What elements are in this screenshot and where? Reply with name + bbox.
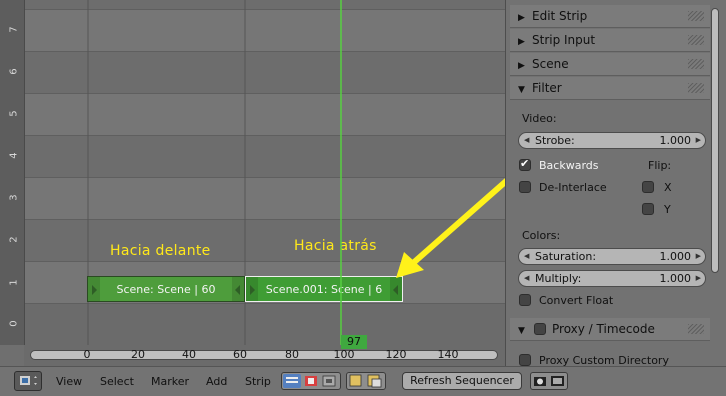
drag-grip-icon[interactable] [688,83,704,93]
render-group[interactable] [530,372,568,390]
menu-marker[interactable]: Marker [151,375,189,388]
flip-y-label: Y [664,203,671,216]
decrement-arrow-icon[interactable]: ◀ [524,249,529,264]
frame-tick: 0 [83,348,91,361]
deinterlace-label: De-Interlace [539,181,607,194]
overlay-group[interactable] [346,372,386,390]
drag-grip-icon[interactable] [688,35,704,45]
proxy-custom-dir-checkbox[interactable] [519,354,531,366]
drag-grip-icon[interactable] [688,11,704,21]
increment-arrow-icon[interactable]: ▶ [696,133,701,148]
flip-label: Flip: [648,159,672,172]
sequencer-editor-icon [20,376,37,385]
editor-type-button[interactable] [14,371,42,391]
menu-select[interactable]: Select [100,375,134,388]
expanded-arrow-icon: ▼ [518,85,525,95]
frame-tick: 120 [385,348,407,361]
decrement-arrow-icon[interactable]: ◀ [524,271,529,286]
drag-grip-icon[interactable] [688,324,704,334]
backwards-label: Backwards [539,159,599,172]
deinterlace-checkbox[interactable] [519,181,531,193]
video-label: Video: [522,112,557,125]
decrement-arrow-icon[interactable]: ◀ [524,133,529,148]
increment-arrow-icon[interactable]: ▶ [696,249,701,264]
menu-strip[interactable]: Strip [245,375,271,388]
section-title: Strip Input [532,33,596,47]
frame-tick: 80 [285,348,299,361]
menu-add[interactable]: Add [206,375,227,388]
camera-icon [534,376,564,386]
section-title: Scene [532,57,569,71]
proxy-enable-checkbox[interactable] [534,323,546,335]
frame-tick: 140 [437,348,459,361]
view-mode-icons [283,374,336,388]
collapsed-arrow-icon: ▶ [518,37,525,47]
proxy-custom-dir-label: Proxy Custom Directory [539,354,669,366]
copy-paste-icon [349,374,382,388]
field-value: 1.000 [659,272,692,285]
collapsed-arrow-icon: ▶ [518,61,525,71]
field-value: 1.000 [659,134,692,147]
sequencer-header: View Select Marker Add Strip Refresh Seq… [0,366,726,396]
field-label: Saturation: [535,250,597,263]
frame-ruler[interactable]: 0 20 40 60 80 100 120 140 [24,345,505,366]
menu-view[interactable]: View [56,375,82,388]
saturation-field[interactable]: ◀ Saturation: 1.000 ▶ [518,248,706,265]
convert-float-label: Convert Float [539,294,614,307]
expanded-arrow-icon: ▼ [518,326,525,336]
section-filter[interactable]: ▼ Filter [510,77,710,100]
sequencer-area[interactable]: 0 1 2 3 4 5 6 7 Hacia delante Hacia atrá… [0,0,505,366]
strobe-field[interactable]: ◀ Strobe: 1.000 ▶ [518,132,706,149]
view-type-group[interactable] [281,372,341,390]
section-title: Proxy / Timecode [552,322,655,336]
drag-grip-icon[interactable] [688,59,704,69]
section-edit-strip[interactable]: ▶ Edit Strip [510,5,710,28]
playhead[interactable] [0,0,505,366]
frame-tick: 40 [182,348,196,361]
horizontal-scrollbar[interactable] [30,350,498,360]
frame-tick: 60 [233,348,247,361]
flip-x-checkbox[interactable] [642,181,654,193]
section-title: Edit Strip [532,9,588,23]
field-label: Multiply: [535,272,582,285]
properties-panel[interactable]: ▶ Edit Strip ▶ Strip Input ▶ Scene ▼ Filter … [505,0,726,366]
convert-float-checkbox[interactable] [519,294,531,306]
frame-tick: 20 [131,348,145,361]
frame-tick: 100 [333,348,355,361]
current-frame-badge: 97 [341,335,367,349]
backwards-checkbox[interactable] [519,157,531,171]
flip-x-label: X [664,181,672,194]
field-value: 1.000 [659,250,692,263]
section-strip-input[interactable]: ▶ Strip Input [510,29,710,52]
section-title: Filter [532,81,562,95]
collapsed-arrow-icon: ▶ [518,13,525,23]
flip-y-checkbox[interactable] [642,203,654,215]
section-proxy-timecode[interactable]: ▼ Proxy / Timecode [510,318,710,341]
multiply-field[interactable]: ◀ Multiply: 1.000 ▶ [518,270,706,287]
increment-arrow-icon[interactable]: ▶ [696,271,701,286]
colors-label: Colors: [522,229,561,242]
section-scene[interactable]: ▶ Scene [510,53,710,76]
panel-scrollbar[interactable] [711,8,719,273]
field-label: Strobe: [535,134,575,147]
refresh-sequencer-button[interactable]: Refresh Sequencer [402,372,522,390]
